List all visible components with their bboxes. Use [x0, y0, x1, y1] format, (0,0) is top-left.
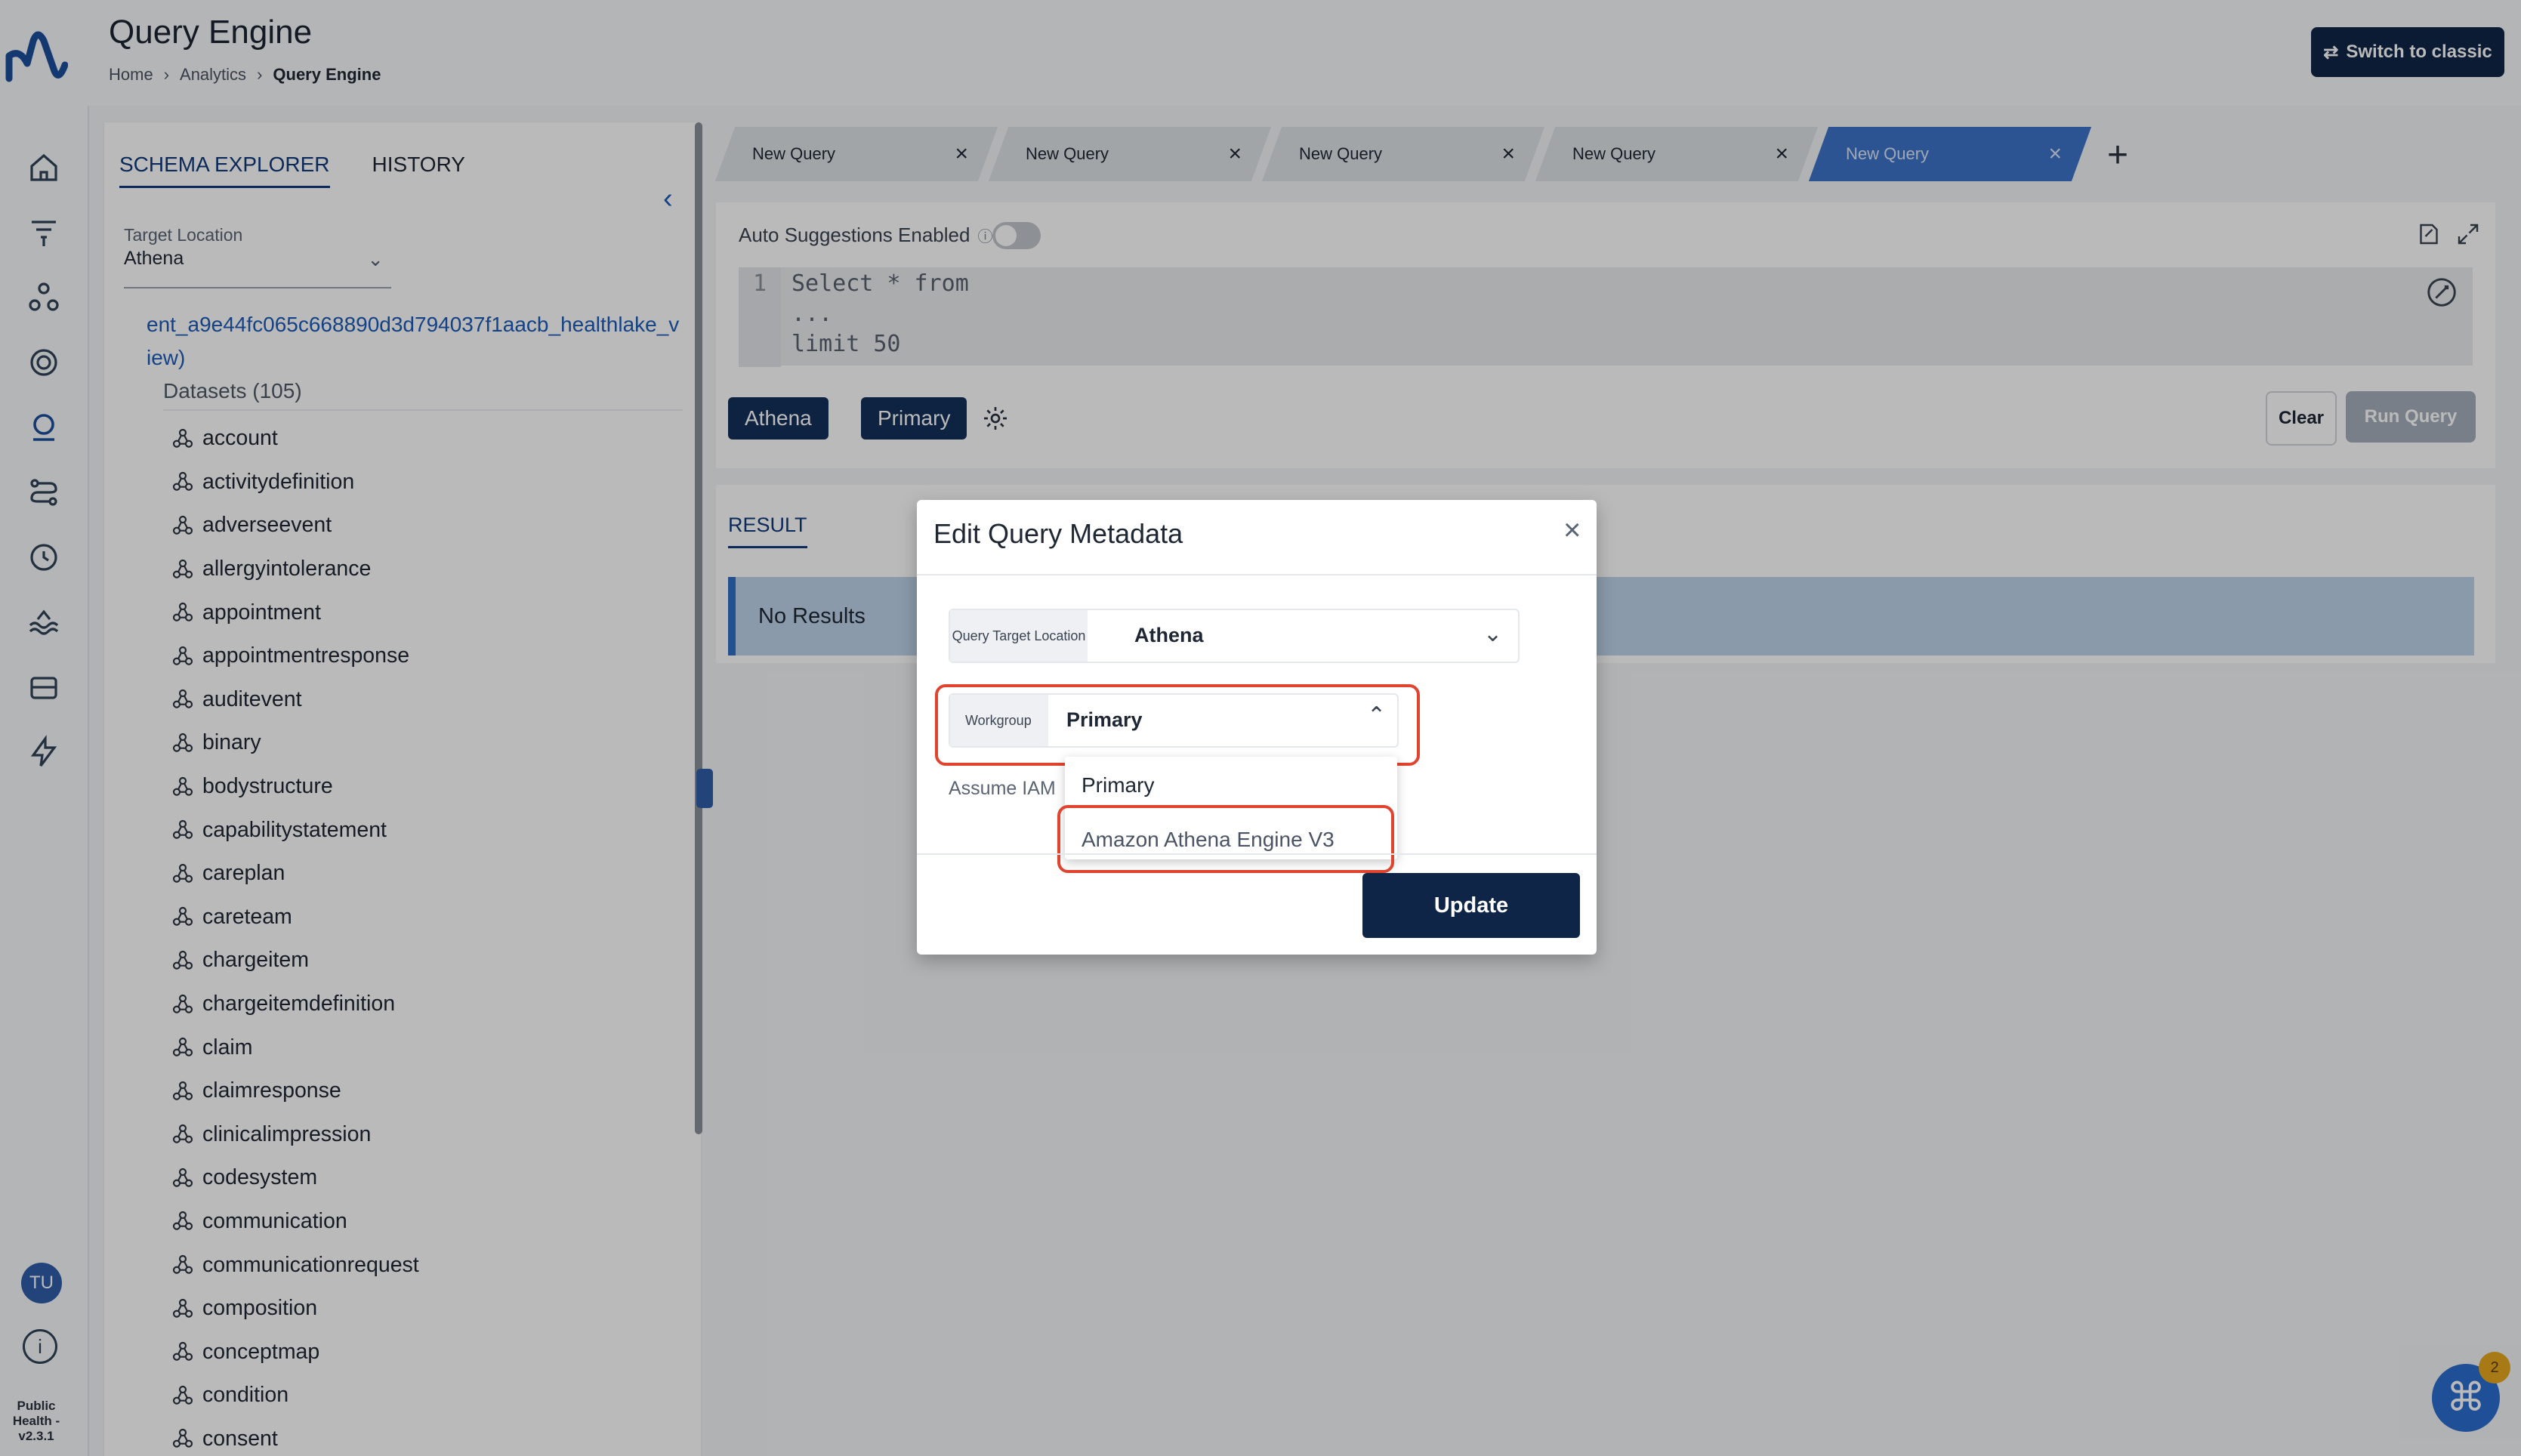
chevron-down-icon: ⌄ [1483, 622, 1503, 646]
workgroup-select[interactable]: Workgroup Primary ⌃ [949, 693, 1399, 748]
query-target-location-select[interactable]: Query Target Location Athena ⌄ [949, 609, 1520, 663]
modal-title: Edit Query Metadata [933, 518, 1183, 549]
assume-iam-label: Assume IAM [949, 778, 1056, 799]
close-icon[interactable]: × [1563, 514, 1581, 548]
divider [917, 853, 1597, 855]
divider [917, 574, 1597, 575]
option-highlight [1057, 805, 1394, 873]
edit-query-metadata-modal: Edit Query Metadata × Query Target Locat… [917, 500, 1597, 955]
option-primary[interactable]: Primary [1082, 773, 1154, 797]
update-button[interactable]: Update [1362, 873, 1580, 938]
chevron-up-icon: ⌃ [1367, 703, 1387, 728]
